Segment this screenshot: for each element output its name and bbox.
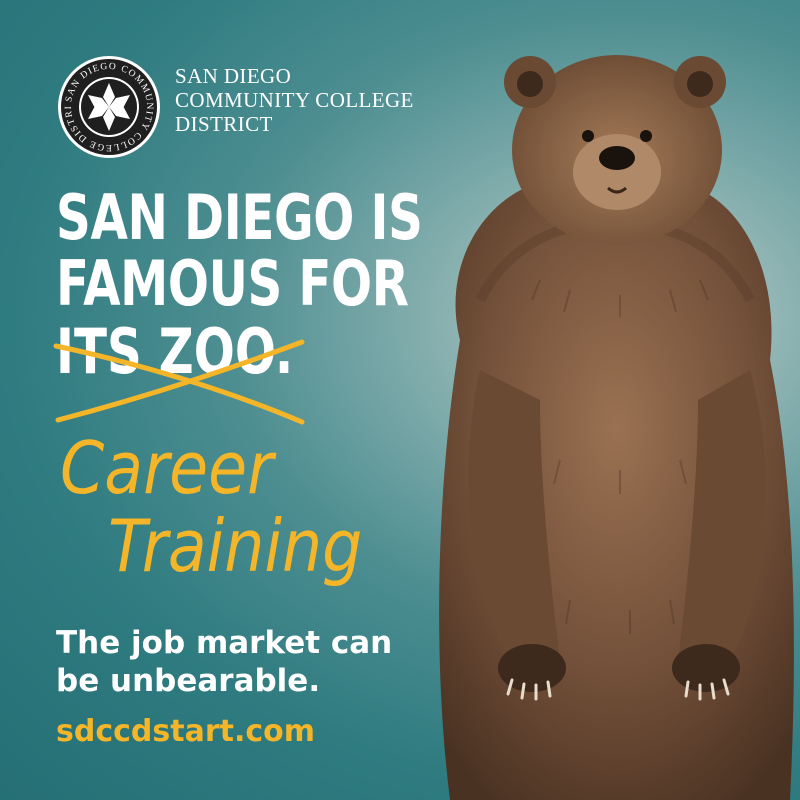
tagline: The job market can be unbearable.: [56, 624, 392, 700]
district-line-3: DISTRICT: [175, 112, 273, 136]
district-name: SAN DIEGO COMMUNITY COLLEGE DISTRICT: [175, 64, 414, 136]
cross-out-mark: [53, 339, 305, 425]
website-link[interactable]: sdccdstart.com: [56, 714, 315, 749]
headline: SAN DIEGO IS FAMOUS FOR: [56, 181, 423, 320]
headline-line-2: FAMOUS FOR: [56, 247, 409, 320]
district-line-1: SAN DIEGO: [175, 64, 292, 88]
district-line-2: COMMUNITY COLLEGE: [175, 88, 414, 112]
tagline-line-2: be unbearable.: [56, 663, 321, 699]
district-seal-logo: SAN DIEGO COMMUNITY COLLEGE DISTRICT: [56, 54, 160, 158]
script-line-1: Career: [60, 426, 274, 510]
tagline-line-1: The job market can: [56, 625, 393, 661]
script-line-2: Training: [108, 504, 363, 588]
bear-illustration: [439, 55, 794, 800]
headline-line-1: SAN DIEGO IS: [56, 181, 423, 254]
